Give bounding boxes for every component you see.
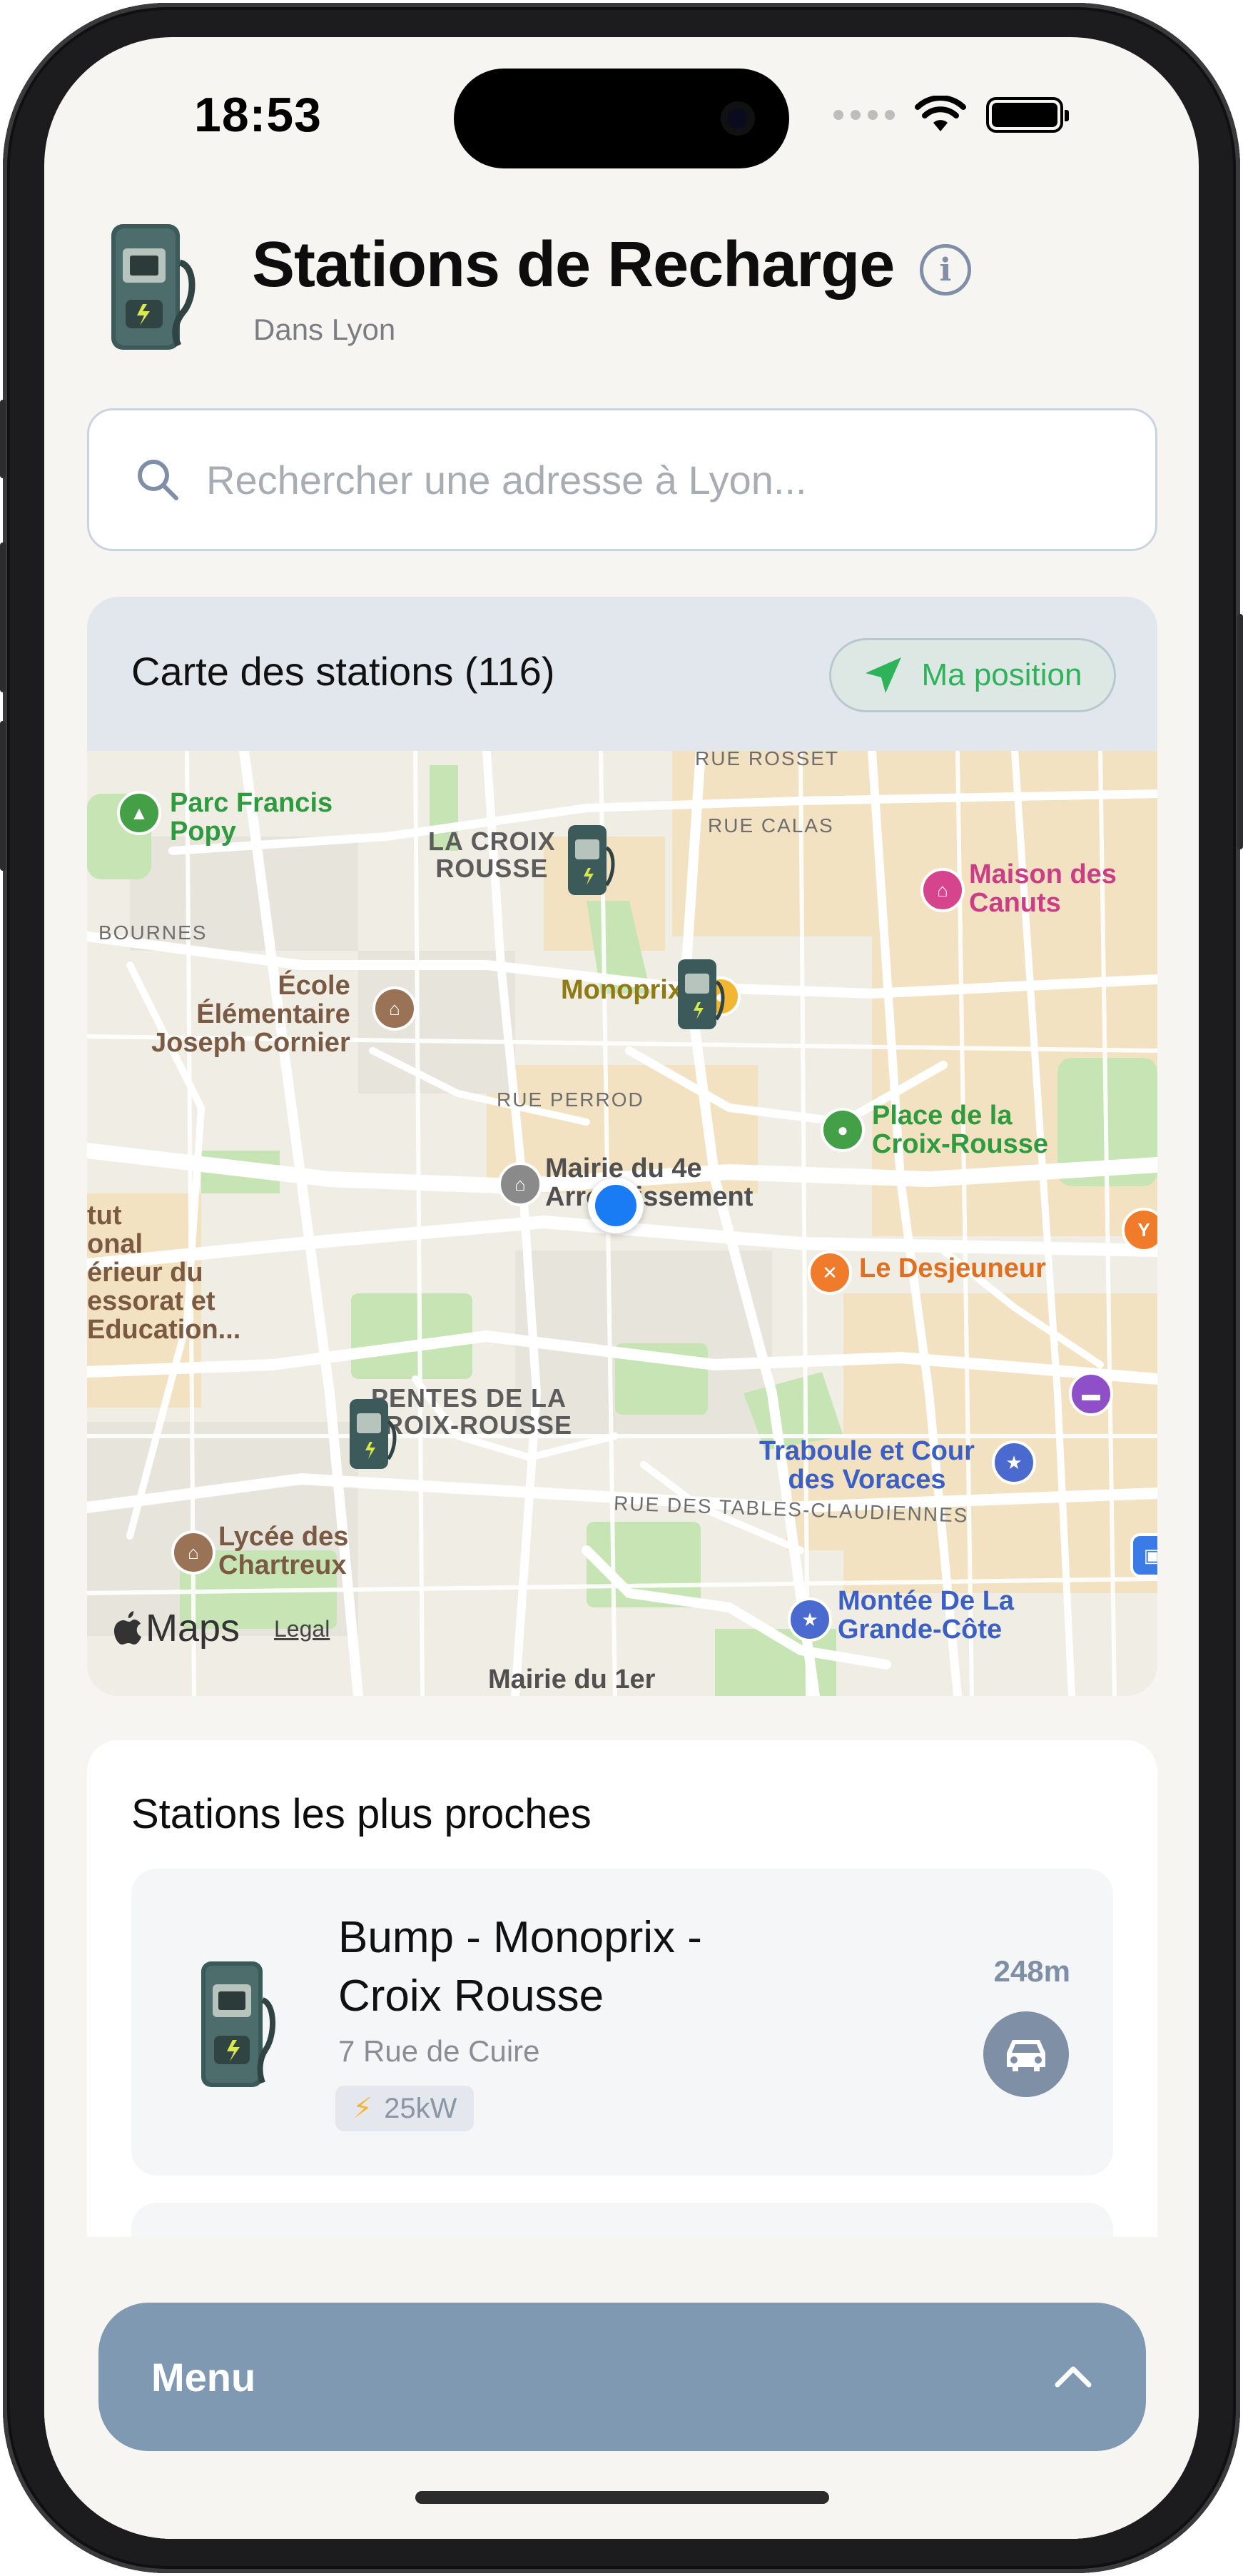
museum-pin-icon[interactable]: ⌂ — [920, 868, 965, 912]
station-name: Bump - Monoprix - Croix Rousse — [338, 1913, 702, 2021]
page-title: Stations de Recharge — [252, 229, 895, 300]
charging-station-logo-icon — [111, 224, 196, 350]
poi-le-desjeuneur[interactable]: Le Desjeuneur — [859, 1254, 1046, 1283]
power-value: 25kW — [384, 2092, 457, 2124]
townhall-pin-icon[interactable]: ⌂ — [498, 1162, 542, 1206]
front-camera — [721, 101, 755, 136]
map-label-rue-perrod: RUE PERROD — [497, 1089, 644, 1111]
station-address: 7 Rue de Cuire — [338, 2034, 540, 2068]
restaurant-pin-icon[interactable]: ✕ — [808, 1251, 852, 1295]
search-input[interactable] — [206, 456, 1134, 503]
poi-mairie-1er[interactable]: Mairie du 1er — [488, 1665, 655, 1694]
my-position-button[interactable]: Ma position — [829, 638, 1116, 712]
hotel-pin-icon[interactable]: ▬ — [1069, 1372, 1113, 1416]
poi-institut[interactable]: tut onal érieur du essorat et Education.… — [87, 1201, 240, 1344]
landmark-pin-2-icon[interactable]: ★ — [788, 1597, 832, 1642]
screen: 18:53 Stations de Recharge i Dans Lyon C… — [44, 37, 1199, 2539]
user-location-dot — [588, 1178, 644, 1233]
nearest-stations-title: Stations les plus proches — [131, 1791, 592, 1837]
square-pin-icon[interactable]: ● — [821, 1108, 865, 1152]
menu-button[interactable]: Menu — [98, 2303, 1146, 2451]
search-bar[interactable] — [87, 408, 1157, 551]
search-icon — [138, 460, 178, 500]
location-arrow-icon — [866, 657, 902, 693]
menu-label: Menu — [151, 2354, 256, 2400]
map-view[interactable]: RUE ROSSET RUE CALAS LA CROIX ROUSSE BOU… — [87, 751, 1157, 1696]
dynamic-island — [454, 69, 789, 168]
car-icon — [1007, 2040, 1045, 2071]
home-indicator — [415, 2491, 829, 2504]
volume-up-button — [0, 542, 6, 692]
directions-button[interactable] — [983, 2011, 1069, 2097]
park-pin-icon[interactable]: ▲ — [117, 791, 161, 835]
volume-down-button — [0, 721, 6, 871]
poi-maison-des-canuts[interactable]: Maison des Canuts — [969, 860, 1117, 918]
transit-pin-icon[interactable]: ▣ — [1130, 1533, 1157, 1577]
poi-place-de-la-croix-rousse[interactable]: Place de la Croix-Rousse — [872, 1101, 1048, 1159]
battery-icon — [986, 97, 1069, 133]
apple-maps-logo: Maps — [114, 1606, 240, 1650]
status-time: 18:53 — [194, 88, 322, 142]
map-title: Carte des stations (116) — [131, 649, 555, 694]
school-pin-icon[interactable]: ⌂ — [372, 986, 417, 1031]
wifi-icon — [915, 96, 966, 131]
apple-logo-icon — [114, 1611, 141, 1645]
power-button — [1237, 614, 1243, 849]
poi-lycee-des-chartreux[interactable]: Lycée des Chartreux — [218, 1522, 348, 1580]
charging-station-thumbnail-icon — [201, 1961, 275, 2087]
poi-parc-francis-popy[interactable]: Parc Francis Popy — [170, 789, 333, 847]
maps-attribution: Maps — [146, 1607, 240, 1650]
station-distance: 248m — [993, 1954, 1070, 1988]
charging-station-marker-icon[interactable] — [565, 824, 615, 898]
map-card: Carte des stations (116) Ma position RUE… — [87, 597, 1157, 1696]
status-icons — [833, 96, 1069, 134]
station-list-item[interactable]: Bump - Monoprix - Croix Rousse 7 Rue de … — [131, 1869, 1113, 2176]
poi-monoprix[interactable]: Monoprix — [561, 976, 683, 1005]
poi-ecole-joseph-cornier[interactable]: École Élémentaire Joseph Cornier — [151, 971, 350, 1058]
map-label-rue-calas: RUE CALAS — [708, 814, 834, 837]
mute-switch — [0, 400, 6, 478]
map-label-la-croix-rousse: LA CROIX ROUSSE — [428, 827, 556, 883]
charging-station-marker-icon[interactable] — [675, 958, 725, 1032]
map-label-rue-rosset: RUE ROSSET — [695, 751, 840, 769]
chevron-up-icon — [1055, 2366, 1092, 2388]
landmark-pin-icon[interactable]: ★ — [992, 1440, 1036, 1485]
signal-icon — [833, 110, 895, 120]
power-badge: ⚡ 25kW — [335, 2086, 475, 2131]
legal-link[interactable]: Legal — [274, 1616, 330, 1642]
map-label-bournes: BOURNES — [98, 921, 208, 944]
poi-traboule[interactable]: Traboule et Cour des Voraces — [759, 1437, 975, 1495]
poi-mairie-4e[interactable]: Mairie du 4e Arrondissement — [545, 1154, 753, 1212]
poi-montee-grande-cote[interactable]: Montée De La Grande-Côte — [838, 1587, 1014, 1645]
charging-station-marker-icon[interactable] — [347, 1398, 397, 1472]
school-pin-2-icon[interactable]: ⌂ — [171, 1530, 215, 1575]
page-subtitle: Dans Lyon — [253, 313, 396, 346]
lightning-icon: ⚡ — [352, 2093, 373, 2124]
info-icon[interactable]: i — [920, 244, 971, 296]
my-position-label: Ma position — [921, 657, 1082, 692]
